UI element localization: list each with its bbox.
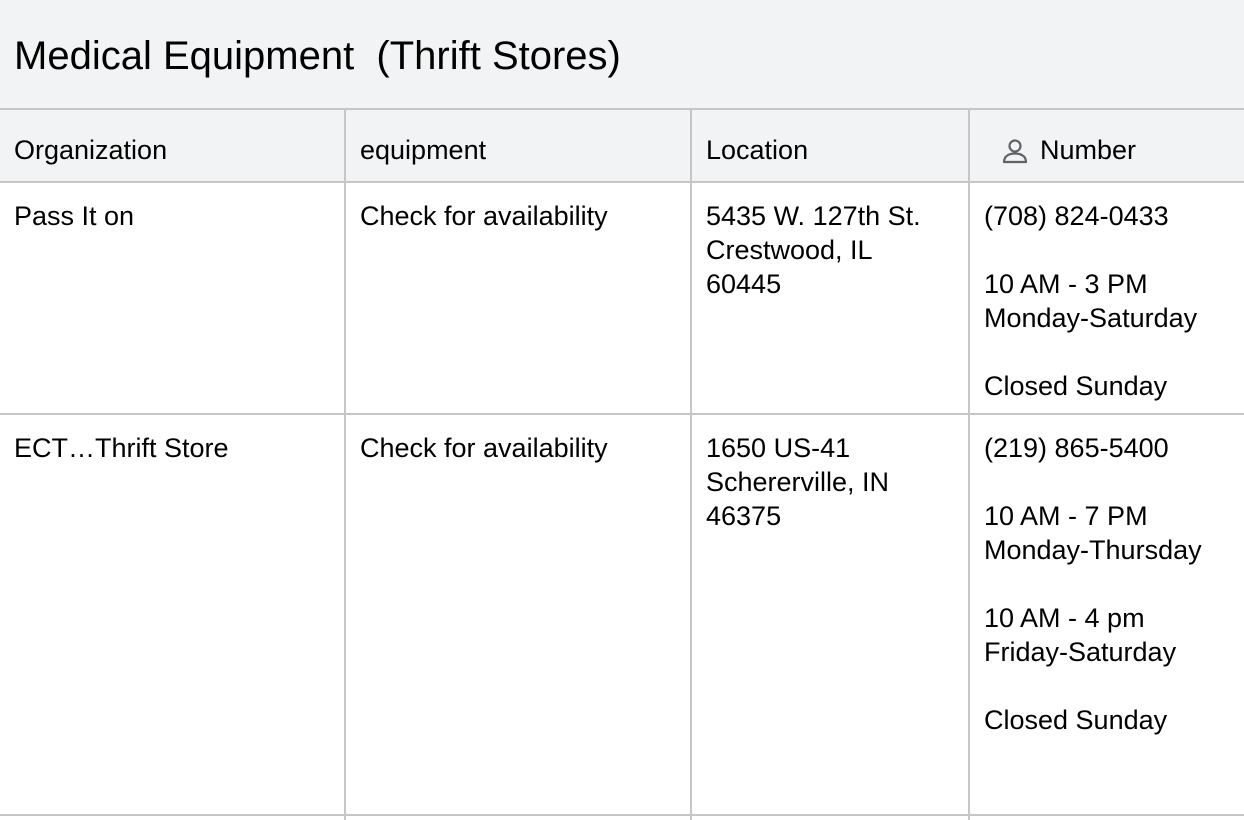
row-2-equipment[interactable]: Check for availability — [360, 431, 680, 465]
person-icon — [1002, 139, 1028, 164]
row-divider — [0, 413, 1244, 415]
row-divider — [0, 814, 1244, 816]
row-1-equipment[interactable]: Check for availability — [360, 199, 680, 233]
column-header-location[interactable]: Location — [706, 133, 808, 167]
sheet-title-bar: Medical Equipment (Thrift Stores) — [0, 0, 1244, 110]
row-1-organization[interactable]: Pass It on — [14, 199, 334, 233]
row-1-location[interactable]: 5435 W. 127th St. Crestwood, IL 60445 — [706, 199, 961, 301]
column-header-organization[interactable]: Organization — [14, 133, 167, 167]
row-2-location[interactable]: 1650 US-41 Schererville, IN 46375 — [706, 431, 961, 533]
column-header-number[interactable]: Number — [1040, 133, 1136, 167]
column-divider — [968, 110, 970, 820]
column-divider — [344, 110, 346, 820]
row-1-number[interactable]: (708) 824-0433 10 AM - 3 PM Monday-Satur… — [984, 199, 1242, 403]
table-header-row: Organization equipment Location Number — [0, 110, 1244, 183]
sheet-title: Medical Equipment (Thrift Stores) — [14, 34, 621, 78]
column-divider — [690, 110, 692, 820]
row-2-organization[interactable]: ECT…Thrift Store — [14, 431, 334, 465]
row-2-number[interactable]: (219) 865-5400 10 AM - 7 PM Monday-Thurs… — [984, 431, 1242, 737]
column-header-equipment[interactable]: equipment — [360, 133, 486, 167]
